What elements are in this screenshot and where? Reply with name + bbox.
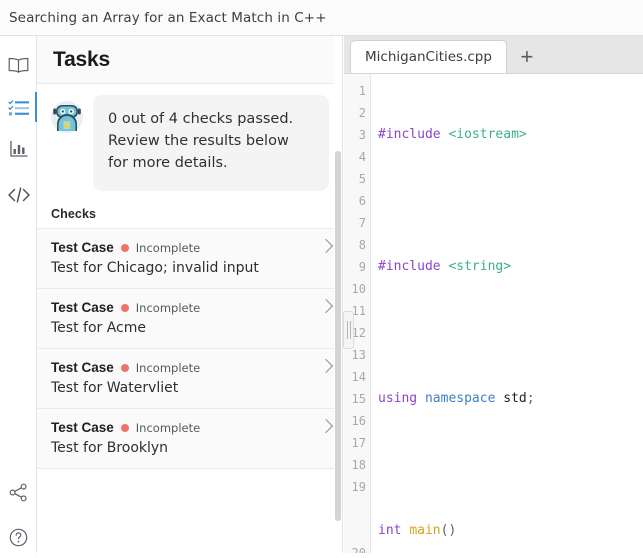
code-line: int main(): [378, 523, 457, 538]
checks-section-label: Checks: [51, 207, 97, 221]
chevron-right-icon[interactable]: [318, 238, 334, 254]
tasks-panel: Tasks 0 out of 4 checks passed. Review t…: [37, 36, 343, 553]
page-title: Searching an Array for an Exact Match in…: [9, 9, 327, 26]
status-dot-icon: [120, 423, 129, 432]
check-description: Test for Brooklyn: [51, 440, 169, 456]
status-dot-icon: [120, 303, 129, 312]
check-kind: Test Case: [51, 420, 114, 435]
left-icon-rail: [0, 36, 38, 553]
bot-message: 0 out of 4 checks passed. Review the res…: [93, 95, 329, 191]
line-number: 15: [351, 392, 366, 406]
editor-tab-bar: MichiganCities.cpp +: [344, 36, 643, 74]
check-item-header: Test Case Incomplete: [51, 240, 313, 255]
line-number: 7: [358, 216, 366, 230]
line-number: 3: [358, 128, 366, 142]
status-dot-icon: [120, 363, 129, 372]
code-line: using namespace std;: [378, 391, 535, 406]
check-status: Incomplete: [135, 360, 201, 375]
tasks-scrollbar-thumb[interactable]: [335, 151, 341, 521]
line-number: 8: [358, 238, 366, 252]
code-icon: [7, 186, 31, 204]
robot-avatar: [47, 97, 87, 137]
app-header: Searching an Array for an Exact Match in…: [0, 0, 643, 36]
check-item-header: Test Case Incomplete: [51, 420, 313, 435]
grip-line: [349, 321, 351, 339]
check-item-header: Test Case Incomplete: [51, 300, 313, 315]
chevron-right-icon[interactable]: [318, 418, 334, 434]
check-description: Test for Acme: [51, 320, 146, 336]
tasks-panel-header: Tasks: [37, 36, 342, 84]
book-icon: [8, 57, 29, 74]
check-item[interactable]: Test Case Incomplete Test for Chicago; i…: [37, 229, 342, 289]
panel-resize-handle[interactable]: [343, 311, 354, 349]
check-item-header: Test Case Incomplete: [51, 360, 313, 375]
code-line: #include <string>: [378, 259, 512, 274]
sidebar-item-share[interactable]: [0, 471, 37, 513]
check-kind: Test Case: [51, 300, 114, 315]
checklist-icon: [7, 99, 30, 116]
code-line: #include <iostream>: [378, 127, 527, 142]
tasks-title: Tasks: [53, 47, 110, 71]
checks-list: Test Case Incomplete Test for Chicago; i…: [37, 228, 342, 469]
chevron-right-icon[interactable]: [318, 358, 334, 374]
check-status: Incomplete: [135, 420, 201, 435]
check-kind: Test Case: [51, 240, 114, 255]
check-item[interactable]: Test Case Incomplete Test for Brooklyn: [37, 409, 342, 469]
check-status: Incomplete: [135, 240, 201, 255]
check-description: Test for Watervliet: [51, 380, 179, 396]
add-tab-button[interactable]: +: [507, 40, 547, 73]
grip-line: [346, 321, 348, 339]
line-number: 14: [351, 370, 366, 384]
line-number: 9: [358, 260, 366, 274]
tasks-scrollbar[interactable]: [334, 36, 342, 553]
sidebar-item-help[interactable]: [0, 516, 37, 558]
line-number: 19: [351, 480, 366, 494]
code-editor: MichiganCities.cpp + 1 2 3 4 5 6 7 8 9 1…: [344, 36, 643, 553]
line-number: 10: [351, 282, 366, 296]
line-number: 2: [358, 106, 366, 120]
line-number: 20: [351, 546, 366, 553]
code-text[interactable]: #include <iostream> #include <string> us…: [371, 74, 643, 553]
line-number: 1: [358, 84, 366, 98]
help-icon: [9, 528, 28, 547]
tab-michigancities-cpp[interactable]: MichiganCities.cpp: [350, 40, 507, 73]
check-item[interactable]: Test Case Incomplete Test for Acme: [37, 289, 342, 349]
bar-chart-icon: [9, 140, 29, 158]
line-number: 5: [358, 172, 366, 186]
sidebar-item-code[interactable]: [0, 174, 37, 216]
line-number: 4: [358, 150, 366, 164]
sidebar-item-tasks[interactable]: [0, 86, 38, 128]
sidebar-item-reading[interactable]: [0, 44, 37, 86]
code-area[interactable]: 1 2 3 4 5 6 7 8 9 10 11 12 13 14 15 16 1…: [344, 74, 643, 553]
line-number: 18: [351, 458, 366, 472]
check-item[interactable]: Test Case Incomplete Test for Watervliet: [37, 349, 342, 409]
check-kind: Test Case: [51, 360, 114, 375]
chevron-right-icon[interactable]: [318, 298, 334, 314]
bot-message-row: 0 out of 4 checks passed. Review the res…: [37, 85, 342, 191]
check-description: Test for Chicago; invalid input: [51, 260, 259, 276]
share-icon: [9, 483, 28, 502]
sidebar-item-progress[interactable]: [0, 128, 37, 170]
line-number: 17: [351, 436, 366, 450]
status-dot-icon: [120, 243, 129, 252]
line-number: 16: [351, 414, 366, 428]
line-number: 6: [358, 194, 366, 208]
check-status: Incomplete: [135, 300, 201, 315]
tasks-panel-body: 0 out of 4 checks passed. Review the res…: [37, 85, 342, 553]
